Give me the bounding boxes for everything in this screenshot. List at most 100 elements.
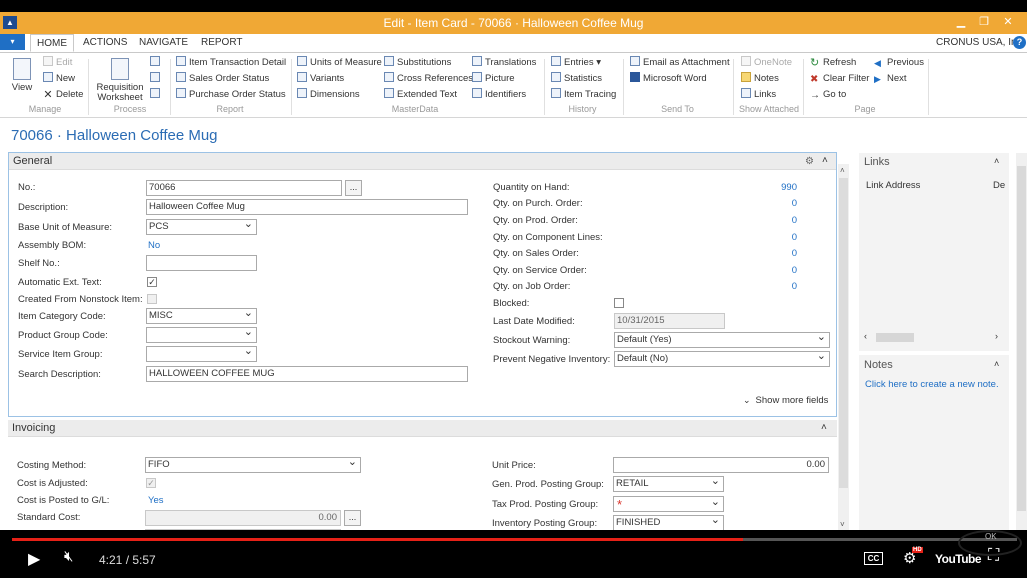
- tab-report[interactable]: REPORT: [195, 34, 249, 52]
- mute-icon[interactable]: 🔇︎: [64, 548, 73, 565]
- main-scrollbar[interactable]: ˄ ˅: [838, 164, 849, 534]
- purchase-order-status-button[interactable]: Purchase Order Status: [176, 88, 286, 102]
- description-field[interactable]: Halloween Coffee Mug: [146, 199, 468, 215]
- qty-on-job-order-value[interactable]: 0: [749, 281, 797, 292]
- refresh-button[interactable]: ↻ Refresh: [810, 56, 856, 70]
- onenote-button[interactable]: OneNote: [741, 56, 792, 70]
- tab-home[interactable]: HOME: [30, 34, 74, 52]
- cost-posted-to-gl-value[interactable]: Yes: [148, 495, 164, 506]
- new-button[interactable]: New: [43, 72, 75, 86]
- delete-button[interactable]: ✕ Delete: [43, 88, 83, 102]
- service-item-group-select[interactable]: [146, 346, 257, 362]
- invoicing-header[interactable]: Invoicing: [8, 420, 837, 437]
- stockout-warning-select[interactable]: Default (Yes): [614, 332, 830, 348]
- view-button[interactable]: View: [10, 58, 34, 93]
- variants-button[interactable]: Variants: [297, 72, 344, 86]
- extended-text-button[interactable]: Extended Text: [384, 88, 457, 102]
- process-action-3[interactable]: [150, 88, 163, 102]
- item-tracing-button[interactable]: Item Tracing: [551, 88, 616, 102]
- ribbon-tab-row: ▾ HOME ACTIONS NAVIGATE REPORT CRONUS US…: [0, 34, 1027, 52]
- item-transaction-detail-button[interactable]: Item Transaction Detail: [176, 56, 286, 70]
- ribbon: View Edit New ✕ Delete Manage Requisition…: [0, 52, 1027, 118]
- edit-button[interactable]: Edit: [43, 56, 72, 70]
- qty-on-prod-order-value[interactable]: 0: [749, 215, 797, 226]
- show-more-fields-button[interactable]: ⌄ Show more fields: [743, 395, 828, 406]
- close-icon[interactable]: ✕: [998, 14, 1018, 30]
- group-separator: [170, 59, 171, 115]
- links-button[interactable]: Links: [741, 88, 776, 102]
- create-note-link[interactable]: Click here to create a new note.: [865, 379, 999, 390]
- go-to-button[interactable]: → Go to: [810, 88, 846, 102]
- automatic-ext-text-checkbox[interactable]: ✓: [147, 277, 157, 287]
- prevent-negative-inventory-select[interactable]: Default (No): [614, 351, 830, 367]
- inventory-posting-group-select[interactable]: FINISHED: [613, 515, 724, 531]
- collapse-icon[interactable]: ˄: [821, 422, 827, 433]
- notes-button[interactable]: Notes: [741, 72, 779, 86]
- assist-edit-button[interactable]: ...: [345, 180, 362, 196]
- substitutions-button[interactable]: Substitutions: [384, 56, 451, 70]
- dimensions-button[interactable]: Dimensions: [297, 88, 360, 102]
- unit-price-label: Unit Price:: [492, 460, 536, 471]
- shelf-no-field[interactable]: [146, 255, 257, 271]
- collapse-icon[interactable]: ˄: [994, 156, 999, 166]
- scroll-thumb[interactable]: [1017, 166, 1026, 511]
- product-group-select[interactable]: [146, 327, 257, 343]
- statistics-button[interactable]: Statistics: [551, 72, 602, 86]
- unit-price-field[interactable]: 0.00: [613, 457, 829, 473]
- links-scroll-thumb[interactable]: [876, 333, 914, 342]
- translations-button[interactable]: Translations: [472, 56, 536, 70]
- email-as-attachment-button[interactable]: Email as Attachment: [630, 56, 730, 70]
- units-of-measure-button[interactable]: Units of Measure: [297, 56, 382, 70]
- scroll-down-icon[interactable]: ˅: [840, 520, 845, 529]
- tab-actions[interactable]: ACTIONS: [77, 34, 133, 52]
- search-description-field[interactable]: HALLOWEEN COFFEE MUG: [146, 366, 468, 382]
- assembly-bom-value[interactable]: No: [148, 240, 160, 251]
- cross-references-button[interactable]: Cross References: [384, 72, 473, 86]
- captions-button[interactable]: CC: [864, 552, 883, 565]
- quantity-on-hand-value[interactable]: 990: [749, 182, 797, 193]
- company-name: CRONUS USA, Inc.: [936, 37, 1025, 48]
- next-button[interactable]: ▶ Next: [874, 72, 907, 86]
- general-header[interactable]: General: [9, 153, 836, 170]
- identifiers-button[interactable]: Identifiers: [472, 88, 526, 102]
- item-category-select[interactable]: MISC: [146, 308, 257, 324]
- process-action-1[interactable]: [150, 56, 163, 70]
- tab-navigate[interactable]: NAVIGATE: [133, 34, 194, 52]
- collapse-icon[interactable]: ˄: [822, 155, 828, 166]
- base-uom-select[interactable]: PCS: [146, 219, 257, 235]
- sales-order-status-button[interactable]: Sales Order Status: [176, 72, 269, 86]
- qty-on-sales-order-value[interactable]: 0: [749, 248, 797, 259]
- process-action-2[interactable]: [150, 72, 163, 86]
- qty-on-purch-order-value[interactable]: 0: [749, 198, 797, 209]
- assist-edit-button[interactable]: ...: [344, 510, 361, 526]
- scroll-left-icon[interactable]: ‹: [864, 331, 867, 341]
- entries-icon: [551, 56, 561, 66]
- tax-prod-posting-group-select[interactable]: *: [613, 496, 724, 512]
- entries-button[interactable]: Entries ▾: [551, 56, 601, 70]
- previous-button[interactable]: ◀ Previous: [874, 56, 924, 70]
- qty-on-component-lines-value[interactable]: 0: [749, 232, 797, 243]
- gen-prod-posting-group-select[interactable]: RETAIL: [613, 476, 724, 492]
- standard-cost-label: Standard Cost:: [17, 512, 81, 523]
- no-field[interactable]: 70066: [146, 180, 342, 196]
- blocked-checkbox[interactable]: [614, 298, 624, 308]
- scroll-up-icon[interactable]: ˄: [840, 166, 845, 175]
- microsoft-word-button[interactable]: Microsoft Word: [630, 72, 707, 86]
- costing-method-select[interactable]: FIFO: [145, 457, 361, 473]
- collapse-icon[interactable]: ˄: [994, 359, 999, 369]
- play-icon[interactable]: ▶: [28, 549, 40, 569]
- minimize-icon[interactable]: ▁: [951, 14, 971, 30]
- customize-icon[interactable]: ⚙: [805, 156, 814, 167]
- restore-icon[interactable]: ❐: [974, 14, 994, 30]
- requisition-worksheet-button[interactable]: Requisition Worksheet: [95, 58, 145, 103]
- clear-filter-button[interactable]: ✖ Clear Filter: [810, 72, 869, 86]
- application-menu-button[interactable]: ▾: [0, 34, 25, 50]
- group-history-label: History: [568, 104, 597, 114]
- help-icon[interactable]: ?: [1013, 36, 1026, 49]
- group-process-label: Process: [113, 104, 147, 114]
- factbox-scrollbar[interactable]: [1016, 153, 1027, 533]
- scroll-thumb[interactable]: [839, 178, 848, 488]
- scroll-right-icon[interactable]: ›: [995, 331, 998, 341]
- picture-button[interactable]: Picture: [472, 72, 515, 86]
- qty-on-service-order-value[interactable]: 0: [749, 265, 797, 276]
